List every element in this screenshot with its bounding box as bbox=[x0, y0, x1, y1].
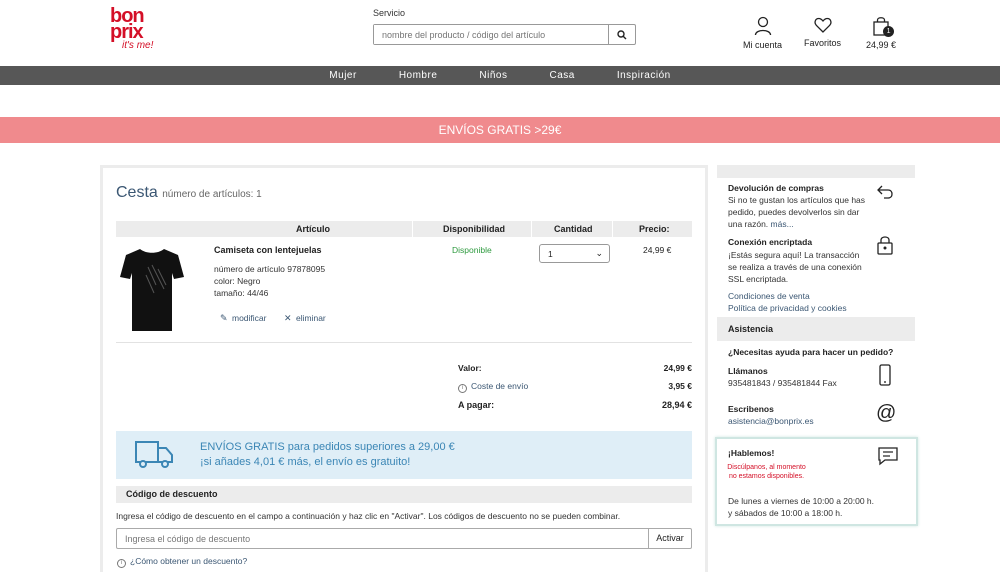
page-title: Cesta número de artículos: 1 bbox=[116, 184, 262, 202]
account-label: Mi cuenta bbox=[743, 40, 783, 50]
remove-link[interactable]: ✕ eliminar bbox=[284, 308, 326, 326]
search-bar bbox=[373, 24, 636, 45]
pencil-icon: ✎ bbox=[220, 313, 228, 323]
assistance-heading: Asistencia bbox=[717, 317, 915, 341]
cart-link[interactable]: 1 24,99 € bbox=[866, 16, 896, 50]
col-articulo: Artículo bbox=[296, 224, 331, 234]
shipping-cost-link[interactable]: i Coste de envío bbox=[458, 381, 528, 393]
free-shipping-notice bbox=[116, 431, 692, 479]
nav-item-mujer[interactable]: Mujer bbox=[329, 66, 357, 85]
cart-title: Cesta bbox=[116, 184, 158, 201]
availability-status: Disponible bbox=[452, 245, 492, 255]
col-precio: Precio: bbox=[639, 224, 670, 234]
total-label: A pagar: bbox=[458, 400, 495, 410]
user-icon bbox=[754, 16, 771, 36]
tshirt-image bbox=[120, 249, 184, 331]
phone-icon bbox=[879, 364, 891, 391]
product-number: número de artículo 97878095 bbox=[214, 264, 326, 274]
modify-label: modificar bbox=[232, 313, 267, 323]
logo-tagline: it's me! bbox=[122, 40, 154, 51]
return-arrow-icon bbox=[876, 184, 894, 205]
logo-line-2: prix bbox=[110, 21, 144, 43]
remove-label: eliminar bbox=[296, 313, 326, 323]
close-icon: ✕ bbox=[284, 313, 292, 323]
activate-button[interactable]: Activar bbox=[648, 528, 692, 549]
chevron-down-icon: ⌄ bbox=[595, 248, 603, 258]
nav-item-hombre[interactable]: Hombre bbox=[399, 66, 438, 85]
subtotal-value: 24,99 € bbox=[663, 363, 692, 373]
discount-help-link[interactable]: i ¿Cómo obtener un descuento? bbox=[117, 556, 247, 568]
subtotal-label: Valor: bbox=[458, 363, 482, 373]
quantity-value: 1 bbox=[548, 249, 553, 259]
item-count: número de artículos: 1 bbox=[162, 189, 262, 200]
col-sep bbox=[531, 221, 532, 237]
returns-description: Si no te gustan los artículos que has pe… bbox=[728, 195, 866, 229]
returns-text: Si no te gustan los artículos que has pe… bbox=[728, 194, 868, 230]
product-image[interactable] bbox=[118, 245, 186, 335]
chat-unavailable-message: Discúlpanos, al momento no estamos dispo… bbox=[727, 464, 806, 480]
service-link[interactable]: Servicio bbox=[373, 8, 405, 18]
total-value: 28,94 € bbox=[661, 400, 692, 410]
chat-bubble-icon bbox=[877, 446, 899, 471]
bonprix-logo[interactable]: bon prix it's me! bbox=[110, 6, 158, 54]
delivery-truck-icon bbox=[134, 438, 174, 475]
product-color: color: Negro bbox=[214, 276, 261, 286]
heart-icon bbox=[813, 17, 832, 33]
call-title: Llámanos bbox=[728, 366, 768, 376]
col-disponibilidad: Disponibilidad bbox=[443, 224, 505, 234]
search-icon bbox=[617, 29, 627, 39]
free-shipping-line-2: ¡si añades 4,01 € más, el envío es gratu… bbox=[200, 456, 411, 468]
discount-help-label: ¿Cómo obtener un descuento? bbox=[130, 556, 248, 566]
email-link[interactable]: asistencia@bonprix.es bbox=[728, 416, 814, 426]
secure-title: Conexión encriptada bbox=[728, 237, 813, 247]
discount-description: Ingresa el código de descuento en el cam… bbox=[116, 511, 621, 521]
modify-link[interactable]: ✎ modificar bbox=[220, 308, 266, 326]
favorites-label: Favoritos bbox=[804, 38, 842, 48]
discount-heading: Código de descuento bbox=[116, 486, 692, 503]
search-button[interactable] bbox=[608, 25, 635, 44]
main-nav: Mujer Hombre Niños Casa Inspiración bbox=[0, 66, 1000, 85]
returns-title: Devolución de compras bbox=[728, 183, 824, 193]
favorites-link[interactable]: Favoritos bbox=[804, 16, 841, 48]
write-title: Escribenos bbox=[728, 404, 774, 414]
sidebar-top-bar bbox=[717, 165, 915, 178]
col-sep bbox=[412, 221, 413, 237]
cart-table-header: Artículo Disponibilidad Cantidad Precio: bbox=[116, 221, 692, 237]
secure-text: ¡Estás segura aquí! La transacción se re… bbox=[728, 250, 862, 284]
call-numbers: 935481843 / 935481844 Fax bbox=[728, 378, 837, 388]
nav-item-casa[interactable]: Casa bbox=[549, 66, 574, 85]
shipping-value: 3,95 € bbox=[668, 381, 692, 391]
chat-hours-2: y sábados de 10:00 a 18:00 h. bbox=[728, 508, 843, 518]
info-icon: i bbox=[117, 559, 126, 568]
lock-icon bbox=[876, 235, 894, 260]
terms-link[interactable]: Condiciones de venta bbox=[728, 291, 810, 301]
search-input[interactable] bbox=[374, 25, 608, 44]
product-size: tamaño: 44/46 bbox=[214, 288, 269, 298]
discount-code-input[interactable]: Ingresa el código de descuento bbox=[116, 528, 649, 549]
chat-title: ¡Hablemos! bbox=[728, 448, 775, 458]
quantity-select[interactable]: 1 ⌄ bbox=[539, 244, 610, 263]
nav-item-ninos[interactable]: Niños bbox=[479, 66, 507, 85]
product-name[interactable]: Camiseta con lentejuelas bbox=[214, 245, 322, 255]
nav-item-inspiracion[interactable]: Inspiración bbox=[617, 66, 671, 85]
col-sep bbox=[612, 221, 613, 237]
cart-total: 24,99 € bbox=[866, 40, 897, 50]
chat-hours-1: De lunes a viernes de 10:00 a 20:00 h. bbox=[728, 496, 875, 506]
free-shipping-line-1: ENVÍOS GRATIS para pedidos superiores a … bbox=[200, 441, 455, 453]
account-link[interactable]: Mi cuenta bbox=[743, 16, 782, 50]
cart-count-badge: 1 bbox=[883, 26, 895, 37]
at-sign-icon: @ bbox=[876, 402, 897, 424]
info-icon: i bbox=[458, 384, 467, 393]
shipping-label: Coste de envío bbox=[471, 381, 529, 391]
help-question: ¿Necesitas ayuda para hacer un pedido? bbox=[728, 347, 894, 357]
returns-more-link[interactable]: más... bbox=[771, 219, 794, 229]
privacy-link[interactable]: Política de privacidad y cookies bbox=[728, 303, 847, 313]
promo-banner[interactable]: ENVÍOS GRATIS >29€ bbox=[0, 117, 1000, 143]
col-cantidad: Cantidad bbox=[554, 224, 593, 234]
item-price: 24,99 € bbox=[643, 245, 672, 255]
row-divider bbox=[116, 342, 692, 343]
